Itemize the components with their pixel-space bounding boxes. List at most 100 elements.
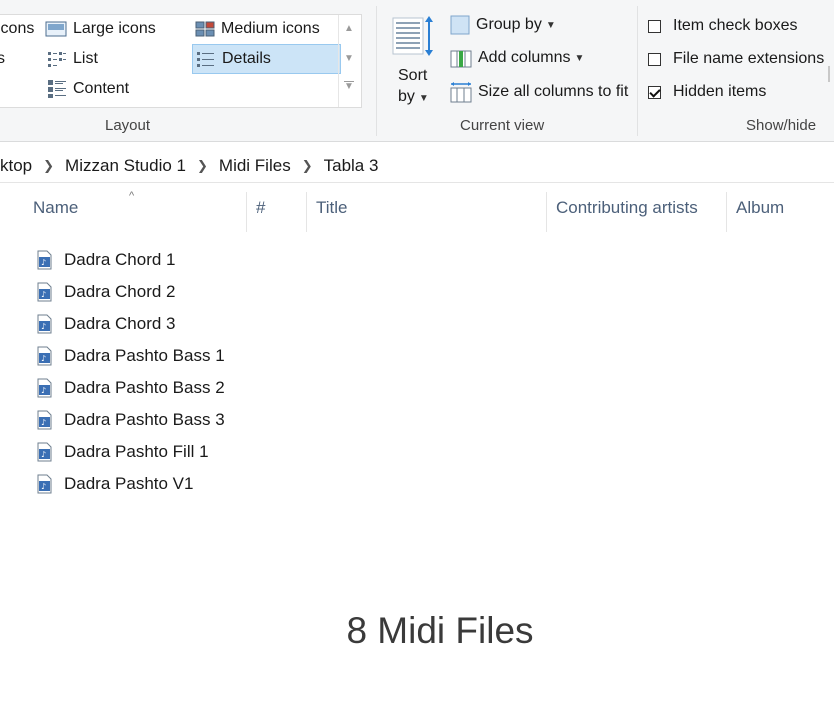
- list-view-icon: [48, 52, 66, 67]
- layout-large-icons[interactable]: Large icons: [45, 15, 156, 43]
- item-check-boxes-checkbox[interactable]: [648, 19, 661, 33]
- hidden-items-checkbox[interactable]: [648, 85, 661, 99]
- add-columns-button[interactable]: Add columns ▼: [450, 48, 584, 68]
- breadcrumb-item[interactable]: Mizzan Studio 1: [65, 156, 186, 176]
- list-item[interactable]: ♪ Dadra Pashto Bass 1: [34, 341, 225, 371]
- size-columns-icon: [450, 82, 472, 103]
- file-name: Dadra Pashto Bass 2: [64, 378, 225, 397]
- column-header-album[interactable]: Album: [736, 184, 832, 232]
- chevron-down-icon: ▼: [418, 93, 429, 104]
- midi-file-icon: ♪: [37, 474, 52, 494]
- file-name: Dadra Chord 2: [64, 282, 176, 301]
- list-item[interactable]: ♪ Dadra Pashto Fill 1: [34, 437, 209, 467]
- column-header-number-label: #: [256, 198, 266, 217]
- list-item[interactable]: ♪ Dadra Chord 3: [34, 309, 176, 339]
- column-header-contributing-artists[interactable]: Contributing artists: [556, 184, 724, 232]
- column-header-title[interactable]: Title: [316, 184, 544, 232]
- svg-text:♪: ♪: [41, 418, 46, 427]
- layout-small-icons-label: s: [0, 50, 5, 67]
- breadcrumb-item[interactable]: Midi Files: [219, 156, 291, 176]
- file-name: Dadra Pashto Bass 3: [64, 410, 225, 429]
- midi-file-icon: ♪: [37, 346, 52, 366]
- sort-by-label-2: by: [398, 88, 415, 105]
- group-divider: [637, 6, 638, 136]
- ribbon: icons Large icons Medium icons s List De…: [0, 0, 834, 142]
- current-view-group-label: Current view: [460, 117, 545, 134]
- layout-extra-large-icons[interactable]: icons: [0, 15, 34, 43]
- group-by-icon: [450, 15, 470, 35]
- file-count-caption: 8 Midi Files: [346, 610, 534, 651]
- layout-content-label: Content: [73, 80, 130, 97]
- file-name-extensions-checkbox[interactable]: [648, 52, 661, 66]
- group-by-label: Group by: [476, 16, 542, 33]
- list-item[interactable]: ♪ Dadra Chord 2: [34, 277, 176, 307]
- svg-text:♪: ♪: [41, 290, 46, 299]
- chevron-down-icon: ▼: [545, 19, 556, 31]
- midi-file-icon: ♪: [37, 410, 52, 430]
- column-resize-handle[interactable]: [726, 192, 727, 232]
- svg-text:♪: ♪: [41, 482, 46, 491]
- hidden-items-toggle[interactable]: Hidden items: [648, 83, 766, 101]
- list-item[interactable]: ♪ Dadra Pashto V1: [34, 469, 193, 499]
- scroll-down-icon[interactable]: ▼: [344, 53, 354, 64]
- size-all-columns-button[interactable]: Size all columns to fit: [450, 81, 628, 103]
- column-resize-handle[interactable]: [546, 192, 547, 232]
- show-hide-group-label: Show/hide: [746, 117, 817, 134]
- layout-medium-icons[interactable]: Medium icons: [195, 15, 320, 43]
- address-bar[interactable]: ktop ❯ Mizzan Studio 1 ❯ Midi Files ❯ Ta…: [0, 149, 834, 183]
- column-header-name-label: Name: [33, 198, 79, 217]
- file-name: Dadra Pashto V1: [64, 474, 194, 493]
- chevron-right-icon[interactable]: ❯: [43, 158, 54, 174]
- column-resize-handle[interactable]: [306, 192, 307, 232]
- layout-extra-large-icons-label: icons: [0, 20, 35, 37]
- column-resize-handle[interactable]: [246, 192, 247, 232]
- column-headers: Name # Title Contributing artists Album: [0, 184, 834, 232]
- breadcrumb-item[interactable]: Tabla 3: [324, 156, 379, 176]
- sort-by-button[interactable]: Sort by ▼: [392, 14, 436, 108]
- item-check-boxes-toggle[interactable]: Item check boxes: [648, 17, 798, 35]
- layout-details[interactable]: Details: [192, 44, 341, 74]
- group-by-button[interactable]: Group by ▼: [450, 15, 556, 35]
- column-header-number[interactable]: #: [256, 184, 304, 232]
- list-item[interactable]: ♪ Dadra Pashto Bass 2: [34, 373, 225, 403]
- details-view-icon: [197, 52, 214, 67]
- chevron-right-icon[interactable]: ❯: [197, 158, 208, 174]
- layout-large-icons-label: Large icons: [73, 20, 156, 37]
- layout-list[interactable]: List: [47, 45, 98, 73]
- list-item[interactable]: ♪ Dadra Chord 1: [34, 245, 176, 275]
- layout-details-label: Details: [222, 50, 271, 67]
- chevron-right-icon[interactable]: ❯: [302, 158, 313, 174]
- file-name: Dadra Chord 3: [64, 314, 176, 333]
- sort-ascending-icon: ^: [129, 190, 135, 202]
- file-name-extensions-label: File name extensions: [673, 50, 825, 67]
- breadcrumb-item[interactable]: ktop: [0, 156, 32, 176]
- svg-text:♪: ♪: [41, 386, 46, 395]
- layout-small-icons[interactable]: s: [0, 45, 5, 73]
- content-view-icon: [48, 80, 66, 98]
- gallery-expand-icon[interactable]: ▼: [344, 81, 354, 92]
- sort-by-label-1: Sort: [398, 67, 428, 84]
- midi-file-icon: ♪: [37, 378, 52, 398]
- gallery-scrollbar[interactable]: ▲ ▼ ▼: [338, 15, 361, 107]
- add-columns-label: Add columns: [478, 49, 571, 66]
- layout-medium-icons-label: Medium icons: [221, 20, 320, 37]
- file-name: Dadra Chord 1: [64, 250, 176, 269]
- layout-content[interactable]: Content: [47, 75, 129, 103]
- ribbon-overflow-edge: [828, 66, 830, 82]
- midi-file-icon: ♪: [37, 282, 52, 302]
- scroll-up-icon[interactable]: ▲: [344, 23, 354, 34]
- large-icons-icon: [45, 21, 67, 37]
- midi-file-icon: ♪: [37, 250, 52, 270]
- column-header-name[interactable]: Name: [33, 184, 245, 232]
- file-name-extensions-toggle[interactable]: File name extensions: [648, 50, 824, 68]
- group-divider: [376, 6, 377, 136]
- file-name: Dadra Pashto Fill 1: [64, 442, 209, 461]
- list-item[interactable]: ♪ Dadra Pashto Bass 3: [34, 405, 225, 435]
- midi-file-icon: ♪: [37, 314, 52, 334]
- size-all-columns-label: Size all columns to fit: [478, 83, 629, 100]
- layout-list-label: List: [73, 50, 98, 67]
- column-header-contributing-artists-label: Contributing artists: [556, 198, 698, 217]
- svg-text:♪: ♪: [41, 450, 46, 459]
- svg-text:♪: ♪: [41, 354, 46, 363]
- midi-file-icon: ♪: [37, 442, 52, 462]
